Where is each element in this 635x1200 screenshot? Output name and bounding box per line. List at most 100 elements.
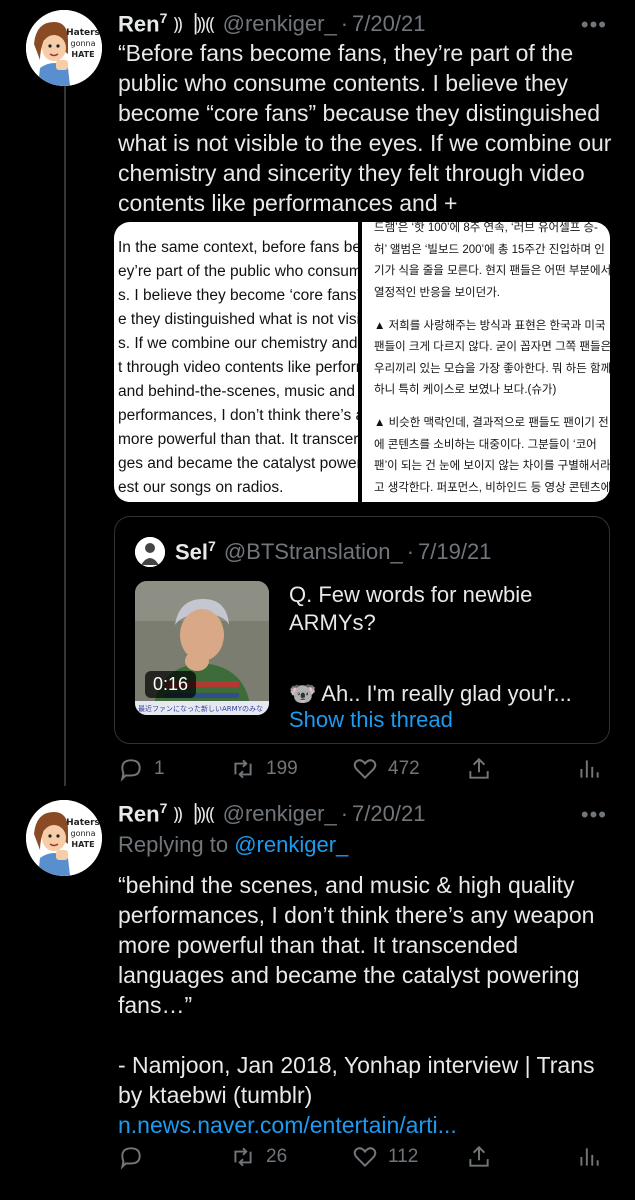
name-emoji: ⸩▕⸩⸨ (173, 803, 215, 824)
media-image-english[interactable]: In the same context, before fans bec ey’r… (114, 222, 358, 502)
retweet-icon (234, 1147, 252, 1167)
name-emoji: ⸩▕⸩⸨ (173, 13, 215, 34)
display-name[interactable]: Ren7 (118, 10, 167, 37)
quoted-tweet[interactable]: Sel7 @BTStranslation_ · 7/19/21 最近ファンになっ… (114, 516, 610, 744)
reply-count: 1 (154, 758, 165, 779)
analytics-button[interactable] (576, 1144, 612, 1170)
media-text-line: 우리끼리 있는 모습을 가장 좋아한다. 뭐 하든 함께 (374, 362, 610, 375)
avatar-text-line: Haters (66, 28, 100, 38)
media-image-korean[interactable]: 드램’은 ‘핫 100’에 8주 연속, ‘러브 유어셀프 승- 허’ 앨범은 ‘… (362, 222, 610, 502)
video-duration: 0:16 (145, 671, 197, 698)
tweet-paragraph: - Namjoon, Jan 2018, Yonhap interview | … (118, 1052, 595, 1108)
reply-icon (120, 759, 141, 782)
media-text-line: t through video contents like perform (118, 359, 358, 376)
quoted-date: 7/19/21 (418, 539, 492, 564)
share-icon (469, 1145, 489, 1167)
media-text-line: In the same context, before fans bec (118, 239, 358, 256)
quoted-avatar (135, 537, 165, 567)
media-text-line: s. If we combine our chemistry and s (118, 335, 358, 352)
more-icon[interactable]: ••• (581, 12, 607, 38)
tweet-date[interactable]: 7/20/21 (352, 801, 425, 827)
tweet-actions: 26 112 (118, 1144, 608, 1174)
replying-to: Replying to @renkiger_ (118, 832, 348, 858)
quoted-display-name: Sel7 (175, 538, 216, 565)
tweet-date[interactable]: 7/20/21 (352, 11, 425, 37)
tweet-text: “behind the scenes, and music & high qua… (118, 870, 613, 1140)
retweet-button[interactable]: 199 (230, 756, 298, 782)
share-button[interactable] (466, 756, 502, 782)
video-thumbnail[interactable]: 最近ファンになった新しいARMYのみな 0:16 (135, 581, 269, 715)
media-text-line: 허’ 앨범은 ‘빌보드 200’에 총 15주간 진입하며 인 (374, 243, 605, 256)
tweet-media[interactable]: In the same context, before fans bec ey’r… (114, 222, 610, 502)
tweet-text: “Before fans become fans, they’re part o… (118, 40, 612, 216)
media-text-line: ▲ 비슷한 맥락인데, 결과적으로 팬들도 팬이기 전 (374, 417, 609, 429)
reply-button[interactable]: 1 (118, 756, 165, 782)
quoted-handle: @BTStranslation_ (223, 539, 403, 564)
share-button[interactable] (466, 1144, 502, 1170)
like-button[interactable]: 472 (352, 756, 420, 782)
media-text-lines: 드램’은 ‘핫 100’에 8주 연속, ‘러브 유어셀프 승- 허’ 앨범은 ‘… (374, 222, 610, 502)
avatar[interactable]: Haters gonna HATE (26, 800, 102, 876)
media-text-line (374, 402, 610, 414)
like-count: 472 (388, 758, 420, 779)
user-handle[interactable]: @renkiger_ (223, 801, 337, 827)
media-text-line: est our songs on radios. (118, 479, 284, 496)
media-text-line: performances, I don’t think there’s ar (118, 407, 358, 424)
like-count: 112 (388, 1146, 419, 1167)
thread-connector-line (64, 86, 66, 786)
retweet-count: 199 (266, 758, 298, 779)
tweet-paragraph: “behind the scenes, and music & high qua… (118, 872, 595, 1018)
quoted-tweet-text: Q. Few words for newbie ARMYs? (289, 582, 533, 635)
tweet-actions: 1 199 472 (118, 756, 608, 786)
analytics-button[interactable] (576, 756, 612, 782)
media-text-line: ▲ 저희를 사랑해주는 방식과 표현은 한국과 미국 (374, 319, 606, 332)
heart-icon (353, 1147, 377, 1168)
replying-to-label: Replying to (118, 832, 229, 857)
media-text-line: 에 콘텐츠를 소비하는 대중이다. 그분들이 ‘코어 (374, 438, 597, 451)
quoted-tweet-header: Sel7 @BTStranslation_ · 7/19/21 (135, 537, 491, 567)
external-link[interactable]: n.news.naver.com/entertain/arti... (118, 1110, 613, 1140)
media-text-line: 기가 식을 줄을 모른다. 현지 팬들은 어떤 부분에서 (374, 265, 610, 277)
media-text-line: 서 느껴지는 저희의 케미스트리와 진심, 음악과 퀄 (374, 499, 610, 502)
more-icon[interactable]: ••• (581, 802, 607, 828)
analytics-icon (580, 760, 599, 778)
media-text-line: ges and became the catalyst powerin (118, 455, 358, 472)
media-text-line: 팬’이 되는 건 눈에 보이지 않는 차이를 구별해서라 (374, 460, 610, 472)
media-text-line: ey’re part of the public who consume (118, 263, 358, 280)
mention-link[interactable]: @renkiger_ (234, 832, 348, 857)
separator-dot: · (340, 800, 349, 826)
media-text-line: and behind-the-scenes, music and h (118, 383, 358, 400)
media-text-line: 열정적인 반응을 보이던가. (374, 286, 500, 299)
separator-dot: · (340, 10, 349, 36)
separator-dot: · (406, 539, 415, 564)
quoted-tweet-snippet: 🐨 Ah.. I'm really glad you'r... (289, 681, 572, 706)
media-text-line: 팬들이 크게 다르지 않다. 굳이 꼽자면 그쪽 팬들은 (374, 341, 610, 353)
retweet-count: 26 (266, 1146, 288, 1167)
avatar-text-line: gonna (70, 39, 95, 48)
analytics-icon (580, 1148, 599, 1166)
reply-icon (120, 1147, 141, 1170)
avatar-text-line: HATE (71, 840, 94, 849)
media-text-line: e they distinguished what is not visib (118, 311, 358, 328)
retweet-button[interactable]: 26 (230, 1144, 287, 1170)
media-text-line: 하니 특히 케이스로 보였나 보다.(슈가) (374, 384, 557, 396)
show-thread-link[interactable]: Show this thread (289, 707, 453, 733)
tweet-header: Ren7 ⸩▕⸩⸨ @renkiger_ · 7/20/21 (118, 800, 425, 827)
reply-button[interactable] (118, 1144, 154, 1170)
share-icon (469, 757, 489, 779)
heart-icon (353, 759, 377, 780)
media-text-lines: In the same context, before fans bec ey’r… (118, 236, 358, 500)
avatar[interactable]: Haters gonna HATE (26, 10, 102, 86)
media-text-line: 드램’은 ‘핫 100’에 8주 연속, ‘러브 유어셀프 승- (374, 222, 598, 234)
tweet-header: Ren7 ⸩▕⸩⸨ @renkiger_ · 7/20/21 (118, 10, 425, 37)
user-handle[interactable]: @renkiger_ (223, 11, 337, 37)
media-text-line (374, 304, 610, 316)
retweet-icon (234, 759, 252, 779)
avatar-text-line: gonna (70, 829, 95, 838)
avatar-text-line: Haters (66, 818, 100, 828)
thumbnail-caption: 最近ファンになった新しいARMYのみな (138, 704, 263, 713)
media-text-line: 고 생각한다. 퍼포먼스, 비하인드 등 영상 콘텐츠에 (374, 481, 610, 494)
media-text-line: s. I believe they become ‘core fans’ (118, 287, 358, 304)
display-name[interactable]: Ren7 (118, 800, 167, 827)
like-button[interactable]: 112 (352, 1144, 418, 1170)
